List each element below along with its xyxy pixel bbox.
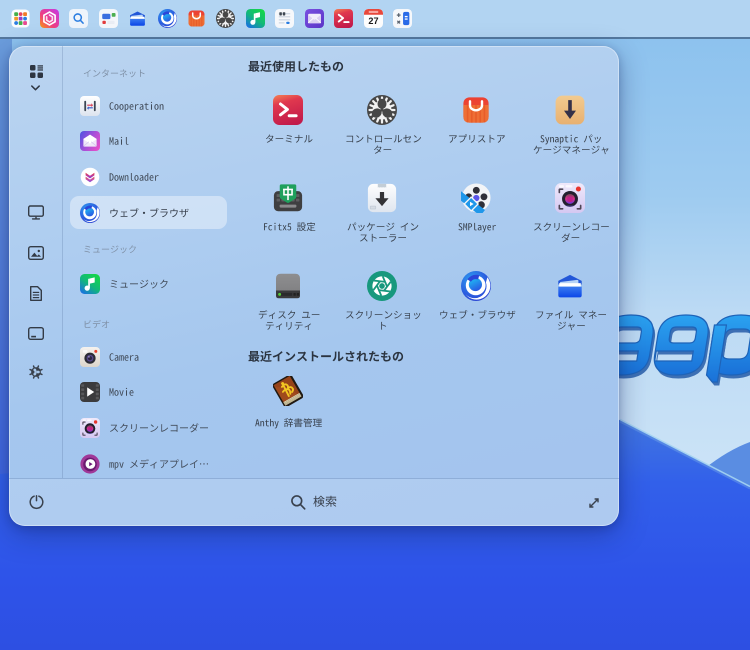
svg-text:27: 27 (368, 16, 378, 26)
